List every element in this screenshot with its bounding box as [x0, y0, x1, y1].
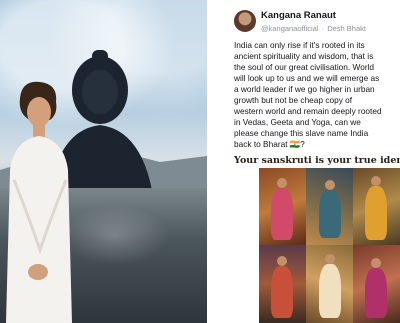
- painted-figure: [319, 190, 341, 238]
- painted-head: [325, 180, 335, 190]
- tweet-line: ancient spirituality and wisdom, that is: [234, 51, 374, 61]
- author-handle[interactable]: @kanganaofficial: [261, 24, 319, 33]
- person-graphic: [6, 81, 72, 323]
- painted-head: [371, 176, 381, 186]
- painted-figure: [319, 264, 341, 318]
- author-meta: @kanganaofficial · Desh Bhakt: [261, 24, 366, 33]
- tweet-line: back to Bharat 🇮🇳?: [234, 139, 305, 149]
- avatar[interactable]: [234, 10, 256, 32]
- meta-separator: ·: [321, 24, 325, 33]
- painted-head: [325, 254, 335, 264]
- painted-figure: [365, 268, 387, 318]
- tweet-image[interactable]: [259, 168, 400, 323]
- painted-head: [277, 256, 287, 266]
- painted-head: [371, 258, 381, 268]
- tweet-line: growth but not be cheap copy of: [234, 95, 353, 105]
- panel-divider: [207, 0, 225, 323]
- tweet-body: India can only rise if it's rooted in it…: [234, 40, 400, 150]
- painted-figure: [271, 188, 293, 240]
- tweet-line: India can only rise if it's rooted in it…: [234, 40, 365, 50]
- image-caption: Your sanskruti is your true identi: [234, 155, 400, 166]
- tweet-line: western world and remain deeply rooted: [234, 106, 382, 116]
- tweet-line: a world leader if we go higher in urban: [234, 84, 375, 94]
- painted-figure: [271, 266, 293, 318]
- tweet-line: please change this slave name India: [234, 128, 369, 138]
- photo-panel: [0, 0, 207, 323]
- tweet-line: in Vedas, Geeta and Yoga, can we: [234, 117, 361, 127]
- author-tagline: Desh Bhakt: [327, 24, 366, 33]
- tweet-card: Kangana Ranaut @kanganaofficial · Desh B…: [225, 0, 400, 323]
- painted-head: [277, 178, 287, 188]
- author-name[interactable]: Kangana Ranaut: [261, 10, 336, 21]
- painted-figure: [365, 186, 387, 240]
- tweet-line: will look up to us and we will emerge as: [234, 73, 380, 83]
- tweet-line: the soul of our great civilisation. Worl…: [234, 62, 375, 72]
